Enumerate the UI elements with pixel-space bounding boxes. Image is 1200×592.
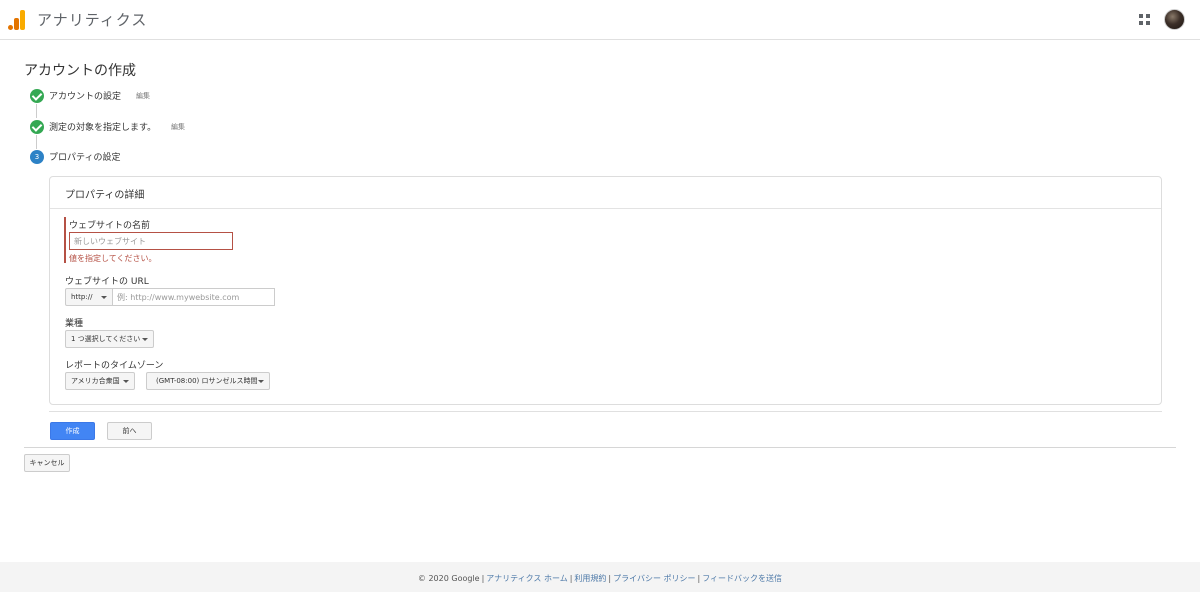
- industry-selected: 1 つ選択してください: [71, 335, 141, 343]
- footer-links: © 2020 Google | アナリティクス ホーム | 利用規約 | プライバシー ポリ…: [417, 574, 783, 583]
- timezone-country-selected: アメリカ合衆国: [71, 377, 120, 385]
- chevron-down-icon: [142, 338, 148, 341]
- page-footer: © 2020 Google | アナリティクス ホーム | 利用規約 | プライバシー ポリ…: [0, 562, 1200, 592]
- timezone-country-dropdown[interactable]: アメリカ合衆国: [65, 372, 135, 390]
- copyright-text: © 2020 Google: [417, 574, 480, 583]
- footer-link-analytics-home[interactable]: アナリティクス ホーム: [486, 574, 567, 583]
- section-divider: [49, 411, 1162, 412]
- footer-link-feedback[interactable]: フィードバックを送信: [702, 574, 782, 583]
- industry-dropdown[interactable]: 1 つ選択してください: [65, 330, 154, 348]
- website-url-label: ウェブサイトの URL: [65, 277, 149, 287]
- section-divider: [24, 447, 1176, 448]
- industry-label: 業種: [65, 319, 84, 329]
- edit-step-link[interactable]: 編集: [171, 122, 185, 132]
- checkmark-icon: [30, 89, 44, 103]
- chevron-down-icon: [101, 296, 107, 299]
- website-name-label: ウェブサイトの名前: [69, 221, 151, 231]
- website-url-input[interactable]: [113, 288, 275, 306]
- step-number-badge: 3: [30, 150, 44, 164]
- footer-link-privacy[interactable]: プライバシー ポリシー: [613, 574, 695, 583]
- step-connector: [36, 135, 37, 149]
- timezone-zone-dropdown[interactable]: (GMT-08:00) ロサンゼルス時間: [146, 372, 270, 390]
- app-title[interactable]: アナリティクス: [37, 9, 147, 30]
- apps-grid-icon[interactable]: [1139, 14, 1150, 25]
- timezone-zone-selected: (GMT-08:00) ロサンゼルス時間: [156, 377, 258, 385]
- analytics-logo-icon[interactable]: [8, 10, 26, 30]
- card-header: プロパティの詳細: [50, 177, 1161, 209]
- cancel-button[interactable]: キャンセル: [24, 454, 70, 472]
- page-title: アカウントの作成: [24, 63, 136, 79]
- step-label: 測定の対象を指定します。: [49, 123, 157, 133]
- checkmark-icon: [30, 120, 44, 134]
- user-avatar[interactable]: [1164, 9, 1185, 30]
- edit-step-link[interactable]: 編集: [136, 91, 150, 101]
- footer-link-terms[interactable]: 利用規約: [574, 574, 606, 583]
- error-indicator-bar: [64, 217, 66, 263]
- card-title: プロパティの詳細: [65, 190, 145, 201]
- chevron-down-icon: [258, 380, 264, 383]
- protocol-value: http://: [71, 293, 93, 301]
- website-name-error: 値を指定してください。: [69, 254, 157, 263]
- chevron-down-icon: [123, 380, 129, 383]
- top-app-bar: アナリティクス: [0, 0, 1200, 40]
- previous-button[interactable]: 前へ: [107, 422, 152, 440]
- protocol-dropdown[interactable]: http://: [65, 288, 113, 306]
- step-label: プロパティの設定: [49, 153, 121, 163]
- step-connector: [36, 104, 37, 118]
- create-button[interactable]: 作成: [50, 422, 95, 440]
- step-label: アカウントの設定: [49, 92, 122, 102]
- timezone-label: レポートのタイムゾーン: [65, 361, 164, 371]
- website-name-input[interactable]: [69, 232, 233, 250]
